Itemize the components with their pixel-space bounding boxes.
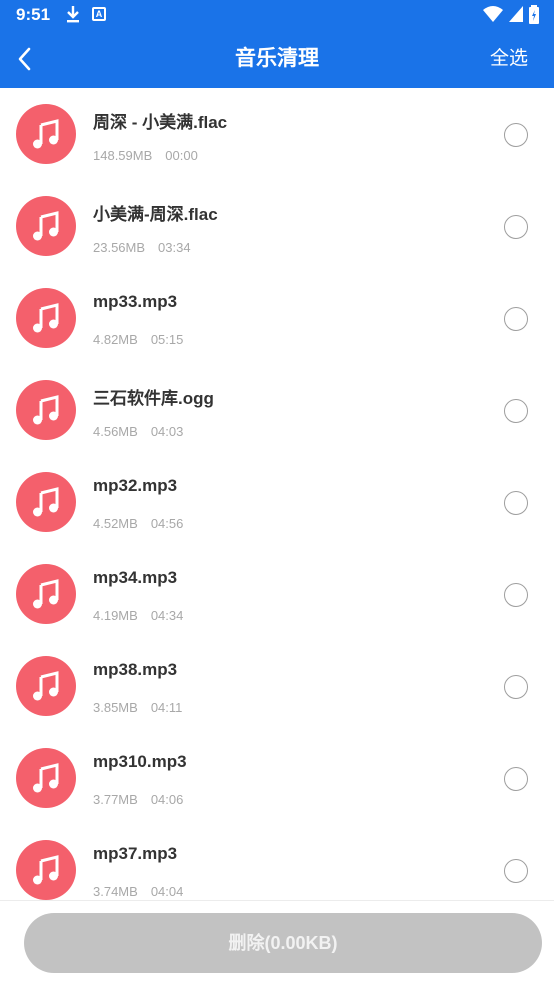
file-duration: 03:34 bbox=[158, 240, 191, 255]
file-name: mp32.mp3 bbox=[93, 476, 178, 495]
battery-icon bbox=[529, 5, 539, 24]
select-radio[interactable] bbox=[504, 307, 528, 331]
select-all-button[interactable]: 全选 bbox=[490, 30, 528, 88]
select-radio[interactable] bbox=[504, 123, 528, 147]
file-size: 23.56MB bbox=[93, 240, 146, 255]
list-item[interactable]: mp32.mp3 4.52MB 04:56 bbox=[0, 456, 554, 548]
file-name: mp33.mp3 bbox=[93, 292, 178, 311]
list-item[interactable]: mp33.mp3 4.82MB 05:15 bbox=[0, 272, 554, 364]
music-note-icon bbox=[16, 380, 76, 440]
delete-button[interactable]: 删除(0.00KB) bbox=[24, 913, 542, 973]
file-duration: 05:15 bbox=[150, 332, 184, 347]
file-name: 三石软件库.ogg bbox=[93, 389, 214, 408]
music-note-icon bbox=[16, 472, 76, 532]
list-item[interactable]: 小美满-周深.flac 23.56MB 03:34 bbox=[0, 180, 554, 272]
select-radio[interactable] bbox=[504, 767, 528, 791]
select-radio[interactable] bbox=[504, 583, 528, 607]
file-duration: 04:34 bbox=[150, 608, 184, 623]
music-note-icon bbox=[16, 288, 76, 348]
select-radio[interactable] bbox=[504, 491, 528, 515]
file-size: 148.59MB bbox=[93, 148, 153, 163]
file-size: 3.77MB bbox=[93, 792, 138, 807]
list-item[interactable]: mp38.mp3 3.85MB 04:11 bbox=[0, 640, 554, 732]
list-item[interactable]: mp310.mp3 3.77MB 04:06 bbox=[0, 732, 554, 824]
music-note-icon bbox=[16, 196, 76, 256]
music-note-icon bbox=[16, 564, 76, 624]
list-item[interactable]: 周深 - 小美满.flac 148.59MB 00:00 bbox=[0, 88, 554, 180]
wifi-icon bbox=[483, 6, 504, 22]
status-time: 9:51 bbox=[16, 5, 51, 24]
select-radio[interactable] bbox=[504, 859, 528, 883]
select-radio[interactable] bbox=[504, 675, 528, 699]
file-meta: 4.82MB 05:15 bbox=[93, 332, 183, 347]
file-size: 4.56MB bbox=[93, 424, 138, 439]
file-meta: 3.85MB 04:11 bbox=[93, 700, 182, 715]
select-radio[interactable] bbox=[504, 399, 528, 423]
file-meta: 4.52MB 04:56 bbox=[93, 516, 183, 531]
file-name: mp37.mp3 bbox=[93, 844, 178, 863]
file-size: 4.19MB bbox=[93, 608, 138, 623]
status-indicators bbox=[483, 5, 540, 25]
file-duration: 04:11 bbox=[150, 700, 183, 715]
app-bar: 音乐清理 全选 bbox=[0, 30, 554, 88]
file-duration: 04:04 bbox=[150, 884, 184, 899]
file-meta: 4.56MB 04:03 bbox=[93, 424, 183, 439]
signal-icon bbox=[508, 6, 523, 22]
file-duration: 04:56 bbox=[150, 516, 184, 531]
file-meta: 3.74MB 04:04 bbox=[93, 884, 183, 899]
status-bar: 9:51 A bbox=[0, 0, 554, 30]
file-size: 3.85MB bbox=[93, 700, 138, 715]
file-meta: 4.19MB 04:34 bbox=[93, 608, 183, 623]
music-file-list: 周深 - 小美满.flac 148.59MB 00:00 小美满-周深.flac … bbox=[0, 88, 554, 900]
file-name: mp34.mp3 bbox=[93, 568, 178, 587]
select-radio[interactable] bbox=[504, 215, 528, 239]
file-size: 4.52MB bbox=[93, 516, 138, 531]
file-name: mp38.mp3 bbox=[93, 660, 178, 679]
file-duration: 00:00 bbox=[165, 148, 198, 163]
bottom-bar: 删除(0.00KB) bbox=[0, 900, 554, 984]
list-item[interactable]: 三石软件库.ogg 4.56MB 04:03 bbox=[0, 364, 554, 456]
file-size: 3.74MB bbox=[93, 884, 138, 899]
music-note-icon bbox=[16, 656, 76, 716]
file-size: 4.82MB bbox=[93, 332, 138, 347]
music-note-icon bbox=[16, 840, 76, 900]
back-button[interactable] bbox=[10, 44, 40, 74]
music-note-icon bbox=[16, 104, 76, 164]
list-item[interactable]: mp34.mp3 4.19MB 04:34 bbox=[0, 548, 554, 640]
music-note-icon bbox=[16, 748, 76, 808]
chevron-left-icon bbox=[18, 47, 31, 71]
file-name: 周深 - 小美满.flac bbox=[93, 113, 228, 132]
list-item[interactable]: mp37.mp3 3.74MB 04:04 bbox=[0, 824, 554, 900]
file-duration: 04:03 bbox=[150, 424, 184, 439]
file-name: mp310.mp3 bbox=[93, 752, 187, 771]
file-meta: 23.56MB 03:34 bbox=[93, 240, 191, 255]
download-icon bbox=[64, 4, 82, 24]
file-duration: 04:06 bbox=[150, 792, 184, 807]
file-name: 小美满-周深.flac bbox=[93, 205, 218, 224]
file-meta: 3.77MB 04:06 bbox=[93, 792, 183, 807]
file-meta: 148.59MB 00:00 bbox=[93, 148, 198, 163]
a-icon: A bbox=[92, 7, 106, 21]
page-title: 音乐清理 bbox=[235, 47, 319, 70]
